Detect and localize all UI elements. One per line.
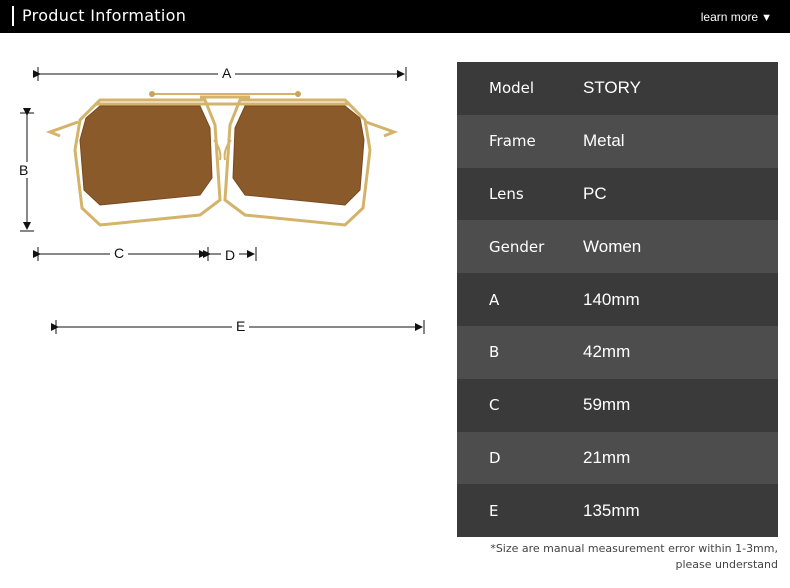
spec-row-model: Model STORY [457,62,778,115]
note-line-2: please understand [675,558,779,571]
spec-row-e: E 135mm [457,484,778,538]
spec-value: Women [583,236,642,256]
dim-label-d: D [221,247,240,263]
spec-value: 42mm [583,342,631,362]
header-bar: Product Information learn more ▼ [0,0,790,33]
spec-row-lens: Lens PC [457,167,778,221]
left-lens [79,105,213,206]
front-view-diagram [20,67,425,334]
measurement-note: *Size are manual measurement error withi… [490,541,778,573]
spec-row-d: D 21mm [457,431,778,485]
spec-value: STORY [583,78,641,98]
spec-value: 135mm [583,500,640,520]
spec-value: Metal [583,131,625,151]
spec-value: 140mm [583,289,640,309]
dim-label-e: E [232,318,250,334]
spec-row-a: A 140mm [457,273,778,326]
spec-value: PC [583,183,607,203]
learn-more-label: learn more [700,10,759,24]
spec-row-b: B 42mm [457,325,778,379]
spec-key: Gender [489,237,545,256]
spec-key: C [489,396,500,415]
spec-key: Lens [489,184,524,203]
spec-value: 59mm [583,395,631,415]
header-accent-line [12,6,14,26]
spec-key: Model [489,79,535,98]
dim-label-a: A [218,65,236,81]
spec-key: B [489,343,500,362]
spec-row-frame: Frame Metal [457,114,778,168]
spec-key: E [489,501,499,520]
spec-row-gender: Gender Women [457,220,778,274]
triangle-down-icon: ▼ [761,12,772,24]
spec-key: D [489,448,501,467]
right-lens [232,105,365,206]
spec-table: Model STORY Frame Metal Lens PC Gender W… [457,62,778,538]
spec-key: Frame [489,132,536,151]
page-title: Product Information [22,6,187,25]
spec-value: 21mm [583,447,631,467]
spec-row-c: C 59mm [457,378,778,432]
dim-label-b: B [15,162,33,178]
dim-label-c: C [110,245,129,261]
spec-key: A [489,290,500,309]
note-line-1: *Size are manual measurement error withi… [490,542,778,555]
learn-more-link[interactable]: learn more ▼ [701,10,772,24]
